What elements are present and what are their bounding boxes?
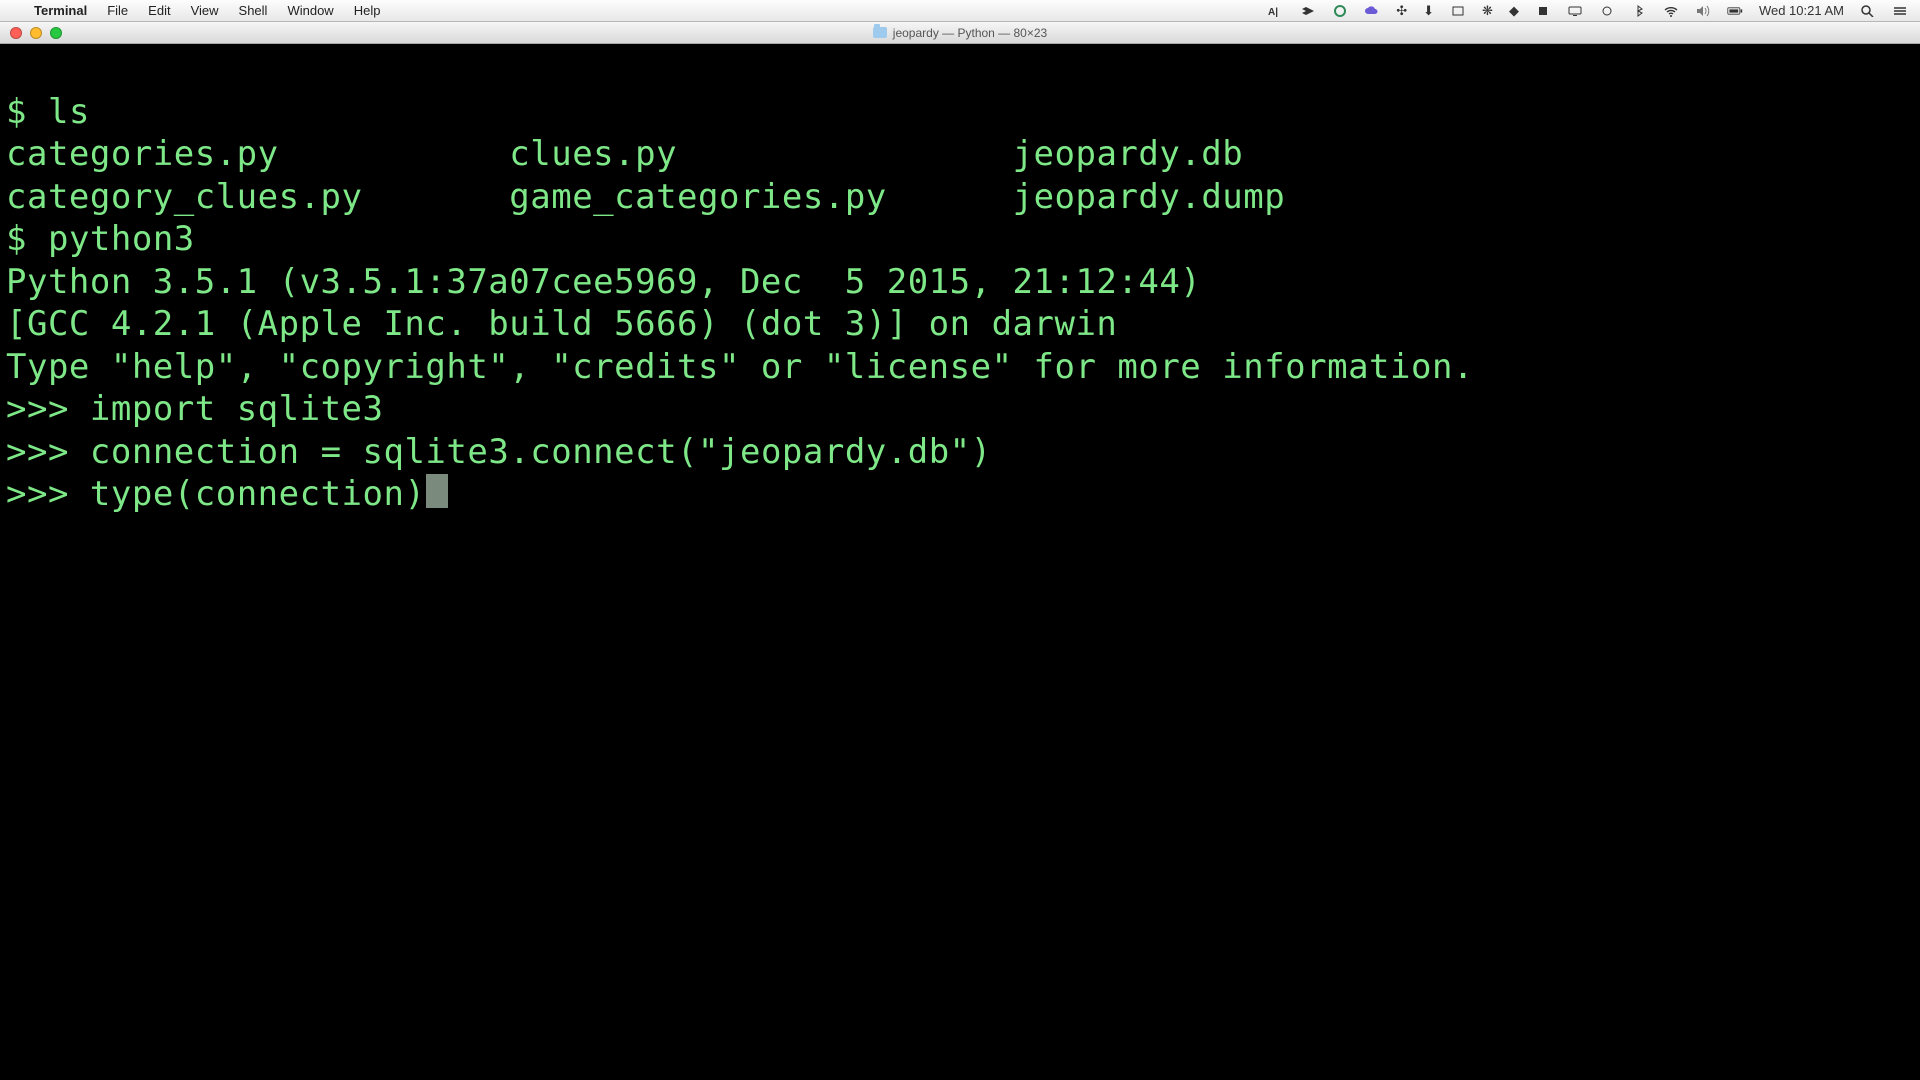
menubar-item-view[interactable]: View (181, 0, 229, 22)
terminal-output: $ ls categories.py clues.py jeopardy.db … (6, 91, 1914, 516)
box-icon[interactable] (1450, 5, 1466, 17)
window-controls (0, 27, 62, 39)
menubar-item-edit[interactable]: Edit (138, 0, 180, 22)
spotlight-icon[interactable] (1860, 5, 1876, 17)
square-icon[interactable] (1535, 5, 1551, 17)
menubar-left: Terminal File Edit View Shell Window Hel… (0, 0, 390, 22)
terminal-titlebar: jeopardy — Python — 80×23 (0, 22, 1920, 44)
menubar-item-window[interactable]: Window (277, 0, 343, 22)
volume-icon[interactable] (1695, 5, 1711, 17)
terminal-viewport[interactable]: $ ls categories.py clues.py jeopardy.db … (0, 44, 1920, 1080)
menubar-item-shell[interactable]: Shell (229, 0, 278, 22)
circle-icon[interactable] (1599, 5, 1615, 17)
terminal-cursor (426, 474, 447, 508)
menubar-status-area: A| ✣ ⬇︎ ❋ ◆ Wed 10:21 AM (1268, 3, 1920, 19)
menubar-item-file[interactable]: File (97, 0, 138, 22)
ls-file: clues.py (509, 134, 677, 174)
ls-file: category_clues.py (6, 177, 363, 217)
display-icon[interactable] (1567, 5, 1583, 17)
ls-file: categories.py (6, 134, 279, 174)
battery-icon[interactable] (1727, 5, 1743, 17)
window-zoom-button[interactable] (50, 27, 62, 39)
menubar-item-help[interactable]: Help (344, 0, 391, 22)
dropbox-icon[interactable] (1300, 5, 1316, 17)
notification-center-icon[interactable] (1892, 5, 1908, 17)
download-icon[interactable]: ⬇︎ (1423, 3, 1434, 19)
ls-file: game_categories.py (509, 177, 886, 217)
svg-text:A|: A| (1268, 7, 1278, 17)
adobe-icon[interactable]: A| (1268, 5, 1284, 17)
ls-file: jeopardy.db (1013, 134, 1244, 174)
window-title: jeopardy — Python — 80×23 (0, 26, 1920, 40)
folder-icon (873, 27, 887, 38)
drop-icon[interactable]: ◆ (1509, 3, 1519, 19)
menubar-app-name[interactable]: Terminal (24, 0, 97, 22)
wifi-icon[interactable] (1663, 5, 1679, 17)
window-minimize-button[interactable] (30, 27, 42, 39)
sync-icon[interactable] (1332, 5, 1348, 17)
window-close-button[interactable] (10, 27, 22, 39)
cloud-icon[interactable] (1364, 5, 1380, 17)
mac-menubar: Terminal File Edit View Shell Window Hel… (0, 0, 1920, 22)
window-title-text: jeopardy — Python — 80×23 (893, 26, 1047, 40)
gear-icon[interactable]: ✣ (1396, 3, 1407, 19)
bluetooth-icon[interactable] (1631, 5, 1647, 17)
fan-icon[interactable]: ❋ (1482, 3, 1493, 19)
ls-file: jeopardy.dump (1013, 177, 1286, 217)
menubar-clock[interactable]: Wed 10:21 AM (1759, 3, 1844, 18)
